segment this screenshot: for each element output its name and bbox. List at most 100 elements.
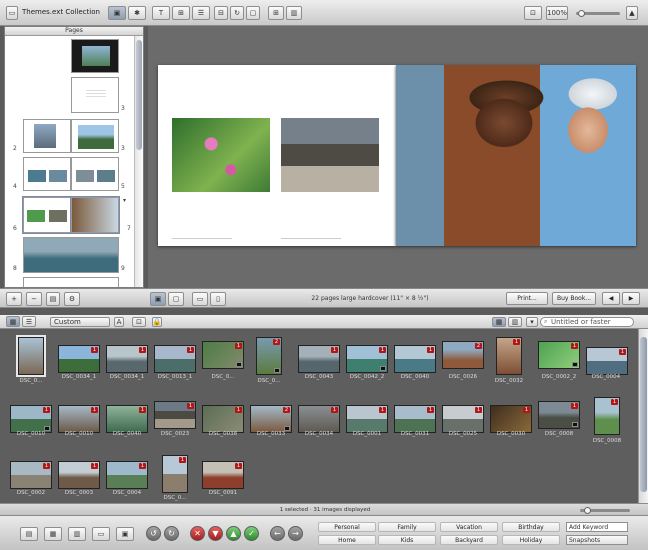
caption-right[interactable] <box>281 238 341 239</box>
keyword-personal[interactable]: Personal <box>318 522 376 532</box>
info-panel-button[interactable]: ▤ <box>20 527 38 541</box>
slideshow-button[interactable]: ▭ <box>92 527 110 541</box>
photo-thumb[interactable]: 1 <box>10 461 52 489</box>
photo-thumb[interactable] <box>16 335 46 377</box>
photo-thumb[interactable]: 2 <box>250 405 292 433</box>
page-thumb-10[interactable] <box>23 277 119 287</box>
list-view-icon[interactable]: ☰ <box>22 316 36 327</box>
left-page[interactable] <box>158 65 396 246</box>
zoom-in-icon[interactable]: ▲ <box>626 6 638 20</box>
rotate-right-icon[interactable]: ↻ <box>164 526 179 541</box>
photo-thumb[interactable]: 1 <box>298 345 340 373</box>
photo-thumb[interactable]: 1 <box>202 461 244 489</box>
photo-thumb[interactable]: 1 <box>394 345 436 373</box>
calendar-button[interactable]: ▦ <box>44 527 62 541</box>
grid-browser-icon[interactable]: ▦ <box>492 317 506 327</box>
keyword-set-select[interactable]: Snapshots <box>566 535 628 545</box>
page-thumb-6[interactable] <box>22 196 72 234</box>
view-spreads-button[interactable]: ▭ <box>192 292 208 306</box>
photo-thumb[interactable]: 1 <box>106 345 148 373</box>
page-thumb-1[interactable] <box>71 77 119 113</box>
pages-scroll-thumb[interactable] <box>136 40 142 150</box>
page-thumb-5[interactable] <box>71 157 119 191</box>
browser-scroll-thumb[interactable] <box>640 337 647 492</box>
photo-thumb[interactable]: 1 <box>538 401 580 429</box>
caption-left[interactable] <box>172 238 232 239</box>
page-layout-button[interactable]: ▤ <box>46 292 60 306</box>
photo-thumb[interactable]: 1 <box>394 405 436 433</box>
prev-page-button[interactable]: ◀ <box>602 292 620 305</box>
photo-thumb[interactable]: 1 <box>106 405 148 433</box>
print-button[interactable]: Print... <box>506 292 548 305</box>
zoom-slider-knob[interactable] <box>578 10 585 17</box>
photo-thumb[interactable]: 1 <box>442 405 484 433</box>
prev-photo-icon[interactable]: ← <box>270 526 285 541</box>
grid-tool-button[interactable]: ⊞ <box>268 6 284 20</box>
add-keyword-input[interactable]: Add Keyword <box>566 522 628 532</box>
approve-icon[interactable]: ✓ <box>244 526 259 541</box>
remove-page-button[interactable]: − <box>26 292 42 306</box>
pages-scrollbar[interactable] <box>134 36 143 287</box>
keyword-vacation[interactable]: Vacation <box>440 522 498 532</box>
photo-thumb[interactable]: 1 <box>10 405 52 433</box>
thumb-size-slider-knob[interactable] <box>584 507 591 514</box>
goat-photo[interactable] <box>281 118 379 192</box>
photo-thumb[interactable]: 1 <box>106 461 148 489</box>
keywords-button[interactable]: ▥ <box>68 527 86 541</box>
photo-thumb[interactable]: 1 <box>346 345 388 373</box>
next-page-button[interactable]: ▶ <box>622 292 640 305</box>
photo-thumb[interactable]: 1 <box>594 397 620 435</box>
filmstrip-icon[interactable]: ▥ <box>508 317 522 327</box>
view-pages-button[interactable]: ▢ <box>168 292 184 306</box>
right-page-portrait[interactable] <box>396 65 636 246</box>
add-page-button[interactable]: + <box>6 292 22 306</box>
browser-scrollbar[interactable] <box>638 329 648 503</box>
photo-thumb[interactable]: 1 <box>298 405 340 433</box>
chevron-down-icon[interactable]: ▾ <box>123 197 126 204</box>
photo-thumb[interactable]: 1 <box>202 405 244 433</box>
reject-icon[interactable]: ✕ <box>190 526 205 541</box>
fullscreen-view-button[interactable]: ▣ <box>116 527 134 541</box>
photo-thumb[interactable]: 1 <box>154 345 196 373</box>
next-photo-icon[interactable]: → <box>288 526 303 541</box>
photo-thumb[interactable]: 1 <box>496 337 522 375</box>
photo-thumb[interactable]: 1 <box>58 405 100 433</box>
layout-tool-button[interactable]: ⊞ <box>172 6 190 20</box>
page-settings-button[interactable]: ⚙ <box>64 292 80 306</box>
keyword-family[interactable]: Family <box>378 522 436 532</box>
page-thumb-8[interactable] <box>23 237 119 273</box>
view-spread-button[interactable]: ✱ <box>128 6 146 20</box>
photo-thumb[interactable]: 1 <box>538 341 580 369</box>
photo-thumb[interactable]: 1 <box>58 461 100 489</box>
view-thumbs-button[interactable]: ▣ <box>150 292 166 306</box>
view-single-page-button[interactable]: ▯ <box>210 292 226 306</box>
stack-icon[interactable]: ⊡ <box>132 317 146 327</box>
photo-thumb[interactable]: 1 <box>162 455 188 493</box>
page-thumb-7[interactable] <box>70 196 120 234</box>
columns-tool-button[interactable]: ▥ <box>286 6 302 20</box>
photo-thumb[interactable]: 2 <box>256 337 282 375</box>
page-thumb-2[interactable] <box>23 119 71 153</box>
rotate-tool-button[interactable]: ↻ <box>230 6 244 20</box>
page-thumb-3[interactable] <box>71 119 119 153</box>
photo-thumb[interactable]: 1 <box>490 405 532 433</box>
zoom-level[interactable]: 100% <box>546 6 568 20</box>
keyword-holiday[interactable]: Holiday <box>502 535 560 545</box>
photo-thumb[interactable]: 1 <box>346 405 388 433</box>
sort-direction-icon[interactable]: A <box>114 317 124 327</box>
window-icon[interactable]: ▭ <box>6 6 18 20</box>
photo-thumb[interactable]: 1 <box>58 345 100 373</box>
photo-thumb[interactable]: 1 <box>202 341 244 369</box>
rate-up-icon[interactable]: ▲ <box>226 526 241 541</box>
fullscreen-button[interactable]: ⊡ <box>524 6 542 20</box>
photo-thumb[interactable]: 1 <box>586 347 628 375</box>
keyword-birthday[interactable]: Birthday <box>502 522 560 532</box>
photo-thumb[interactable]: 1 <box>154 401 196 429</box>
keyword-backyard[interactable]: Backyard <box>440 535 498 545</box>
grid-view-icon[interactable]: ▦ <box>6 316 20 327</box>
page-thumb-4[interactable] <box>23 157 71 191</box>
page-thumb-cover[interactable] <box>71 39 119 73</box>
buy-book-button[interactable]: Buy Book... <box>552 292 596 305</box>
search-input[interactable]: Untitled or faster <box>540 317 634 327</box>
view-single-button[interactable]: ▣ <box>108 6 126 20</box>
